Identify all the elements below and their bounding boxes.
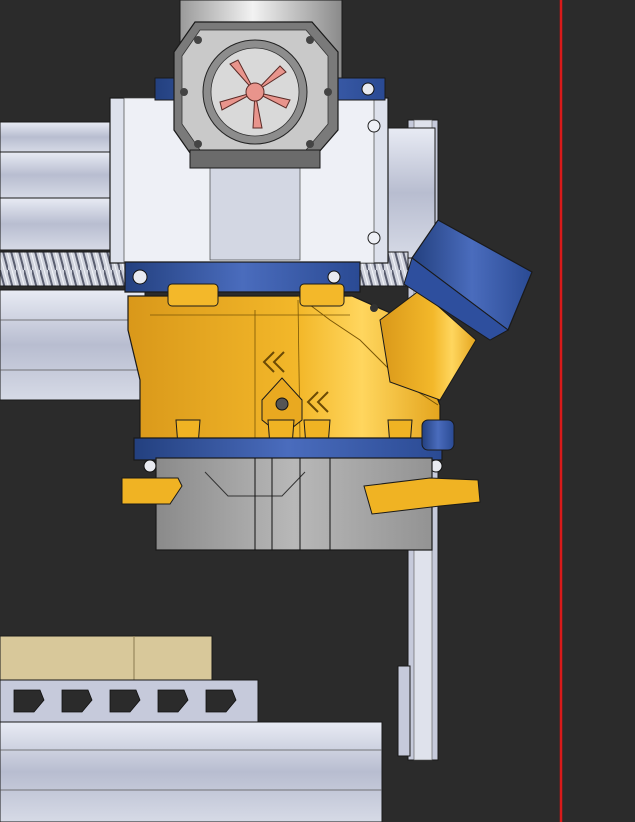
cad-scene (0, 0, 563, 822)
t-slot-extrusion (0, 679, 259, 723)
gold-latch-right (363, 477, 481, 515)
wood-block (0, 635, 213, 683)
fan-motor (173, 21, 339, 169)
gold-latch-left (121, 477, 183, 505)
machine-table (0, 721, 383, 822)
cad-viewport[interactable] (0, 0, 635, 822)
